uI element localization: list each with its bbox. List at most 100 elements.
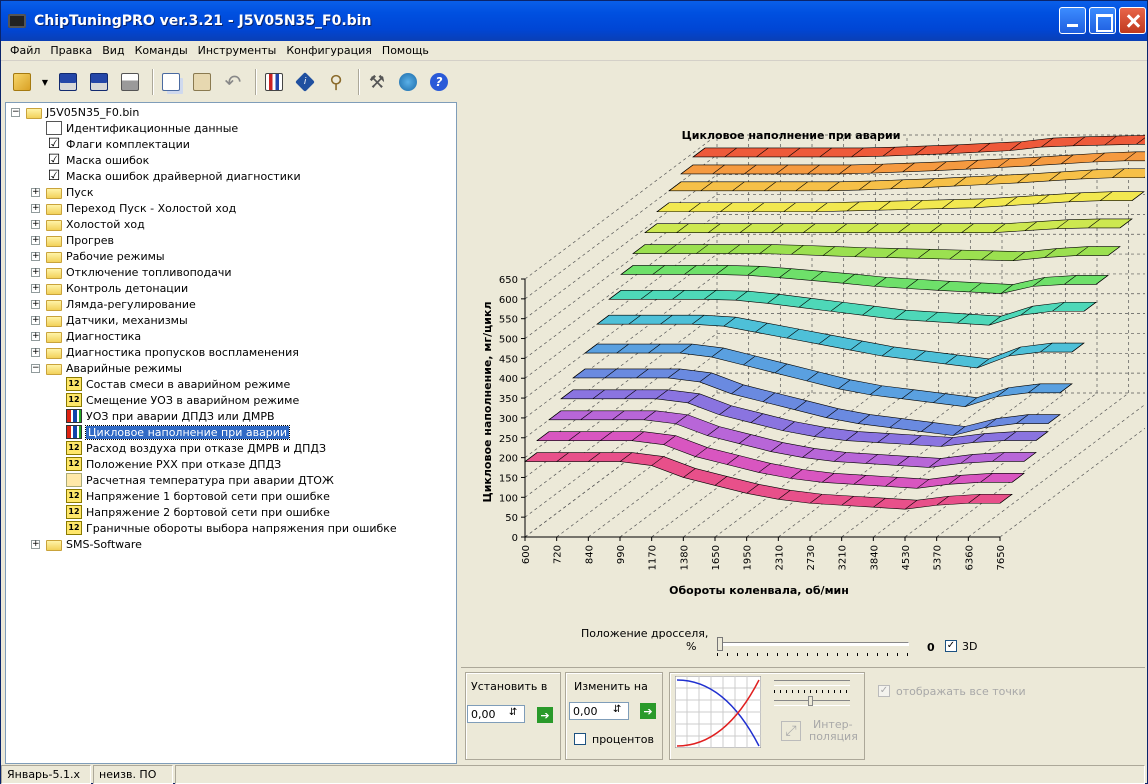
tree-item[interactable]: Пуск — [46, 184, 93, 200]
tree-item-label: Отключение топливоподачи — [66, 265, 232, 279]
folder-icon — [46, 251, 62, 263]
x-tick-label: 990 — [616, 545, 627, 564]
surface-chart[interactable]: 0 50 100 150 200 250 300 350 400 450 500 550 600 650 6… — [461, 102, 1148, 667]
tree-item[interactable]: Цикловое наполнение при аварии — [66, 424, 291, 440]
open-icon[interactable] — [9, 69, 35, 95]
maximize-button[interactable] — [1089, 7, 1116, 34]
expand-icon[interactable]: + — [31, 236, 40, 245]
show-all-points-checkbox[interactable]: ✓ — [878, 685, 890, 697]
curve-preview[interactable] — [675, 676, 761, 748]
series-ribbon — [632, 244, 1121, 262]
tree-item[interactable]: Диагностика — [46, 328, 141, 344]
tree-item[interactable]: Лямда-регулирование — [46, 296, 196, 312]
undo-icon[interactable]: ↶ — [220, 69, 246, 95]
tree-item[interactable]: 12 Положение РХХ при отказе ДПДЗ — [66, 456, 281, 472]
3d-checkbox[interactable]: ✓ — [945, 640, 957, 652]
tree-item[interactable]: 12 Напряжение 1 бортовой сети при ошибке — [66, 488, 330, 504]
save-icon[interactable] — [55, 69, 81, 95]
copy-icon[interactable] — [158, 69, 184, 95]
expand-icon[interactable]: + — [31, 540, 40, 549]
tree-item[interactable]: 12 Расход воздуха при отказе ДМРВ и ДПДЗ — [66, 440, 326, 456]
expand-icon[interactable]: + — [31, 204, 40, 213]
tree-item[interactable]: 12 Состав смеси в аварийном режиме — [66, 376, 290, 392]
apply-change-button[interactable]: ➔ — [640, 703, 656, 719]
status-bar: Январь-5.1.x неизв. ПО — [1, 765, 1147, 784]
expand-icon[interactable]: + — [31, 252, 40, 261]
interpolation-button[interactable]: ⤢ — [781, 721, 801, 741]
expand-icon[interactable]: + — [31, 220, 40, 229]
slider-thumb[interactable] — [717, 637, 723, 651]
menu-view[interactable]: Вид — [97, 44, 129, 57]
tree-item[interactable]: УОЗ при аварии ДПДЗ или ДМРВ — [66, 408, 275, 424]
series-ribbon — [620, 265, 1109, 294]
throttle-unit: % — [686, 640, 697, 653]
tree-item[interactable]: Холостой ход — [46, 216, 145, 232]
menu-edit[interactable]: Правка — [45, 44, 97, 57]
expand-icon[interactable]: + — [31, 188, 40, 197]
expand-icon[interactable]: + — [31, 268, 40, 277]
change-spinner-icon[interactable]: ⇵ — [613, 704, 621, 715]
help-icon[interactable]: ? — [426, 69, 452, 95]
tree-item[interactable]: ☑ Флаги комплектации — [46, 136, 190, 152]
tree-item[interactable]: SMS-Software — [46, 536, 142, 552]
info-icon[interactable]: i — [292, 69, 318, 95]
tree-item[interactable]: Датчики, механизмы — [46, 312, 188, 328]
tree-item[interactable]: Аварийные режимы — [46, 360, 182, 376]
menu-file[interactable]: Файл — [5, 44, 45, 57]
print-icon[interactable] — [117, 69, 143, 95]
percent-checkbox[interactable] — [574, 733, 586, 745]
tree-item-label: Аварийные режимы — [66, 361, 182, 375]
title-bar[interactable]: ChipTuningPRO ver.3.21 - J5V05N35_F0.bin — [1, 1, 1147, 41]
chart-title: Цикловое наполнение при аварии — [682, 129, 901, 142]
change-label: Изменить на — [574, 680, 648, 693]
throttle-slider[interactable] — [717, 637, 909, 656]
tree-item[interactable]: Контроль детонации — [46, 280, 188, 296]
folder-icon — [46, 203, 62, 215]
tree-item[interactable]: 12 Граничные обороты выбора напряжения пр… — [66, 520, 397, 536]
menu-configuration[interactable]: Конфигурация — [281, 44, 377, 57]
set-spinner-icon[interactable]: ⇵ — [509, 707, 517, 718]
tree-view[interactable]: − J5V05N35_F0.bin Идентификационные данн… — [5, 102, 457, 764]
tree-item[interactable]: Отключение топливоподачи — [46, 264, 232, 280]
toolbar-separator — [152, 69, 154, 95]
expand-icon[interactable]: + — [31, 300, 40, 309]
open-dropdown-icon[interactable]: ▼ — [40, 69, 50, 95]
bar-chart-icon — [66, 425, 82, 439]
tree-item[interactable]: Переход Пуск - Холостой ход — [46, 200, 236, 216]
tree-item[interactable]: Расчетная температура при аварии ДТОЖ — [66, 472, 334, 488]
expand-icon[interactable]: + — [31, 316, 40, 325]
apply-set-button[interactable]: ➔ — [537, 707, 553, 723]
folder-icon — [46, 331, 62, 343]
network-icon[interactable] — [395, 69, 421, 95]
curve-slider-2-thumb[interactable] — [808, 696, 813, 706]
tree-item[interactable]: ☑ Маска ошибок — [46, 152, 150, 168]
tree-item[interactable]: Рабочие режимы — [46, 248, 165, 264]
menu-tools[interactable]: Инструменты — [193, 44, 282, 57]
folder-icon — [46, 347, 62, 359]
tree-item[interactable]: ☑ Маска ошибок драйверной диагностики — [46, 168, 301, 184]
x-tick-label: 1380 — [679, 545, 690, 570]
save-as-icon[interactable] — [86, 69, 112, 95]
tree-root[interactable]: J5V05N35_F0.bin — [26, 104, 139, 120]
tree-item[interactable]: Прогрев — [46, 232, 114, 248]
expand-icon[interactable]: + — [31, 348, 40, 357]
menu-help[interactable]: Помощь — [377, 44, 434, 57]
tree-item[interactable]: 12 Смещение УОЗ в аварийном режиме — [66, 392, 299, 408]
folder-icon — [46, 315, 62, 327]
curve-slider-1[interactable] — [774, 680, 850, 686]
minimize-button[interactable] — [1059, 7, 1086, 34]
menu-commands[interactable]: Команды — [130, 44, 193, 57]
chart-icon[interactable] — [261, 69, 287, 95]
search-icon[interactable]: ⚲ — [323, 69, 349, 95]
tree-item[interactable]: 12 Напряжение 2 бортовой сети при ошибке — [66, 504, 330, 520]
expand-icon[interactable]: + — [31, 332, 40, 341]
close-button[interactable] — [1119, 7, 1146, 34]
collapse-root-icon[interactable]: − — [11, 108, 20, 117]
tree-item[interactable]: Диагностика пропусков воспламенения — [46, 344, 299, 360]
collapse-icon[interactable]: − — [31, 364, 40, 373]
paste-icon[interactable] — [189, 69, 215, 95]
tools-icon[interactable]: ⚒ — [364, 69, 390, 95]
expand-icon[interactable]: + — [31, 284, 40, 293]
tree-item-label: УОЗ при аварии ДПДЗ или ДМРВ — [86, 409, 275, 423]
tree-item[interactable]: Идентификационные данные — [46, 120, 238, 136]
